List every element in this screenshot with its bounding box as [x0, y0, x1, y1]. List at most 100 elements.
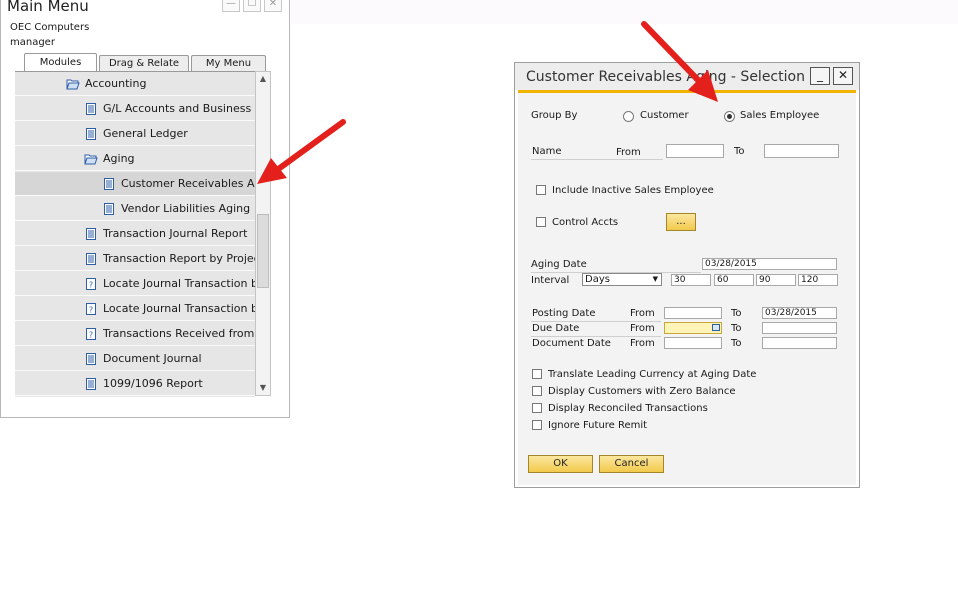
maximize-icon[interactable]: ☐ [243, 0, 261, 12]
tree-item-label: 1099/1096 Report [103, 377, 203, 390]
posting-date-from-input[interactable] [664, 307, 722, 319]
control-accts-browse-button[interactable]: ... [666, 213, 696, 231]
tree-item-label: Aging [103, 152, 135, 165]
divider [531, 321, 661, 322]
chevron-down-icon[interactable]: ▼ [653, 274, 658, 285]
scroll-down-icon[interactable]: ▼ [256, 381, 270, 395]
tree-item-locate-journal-amount[interactable]: ? Locate Journal Transaction by Amount R… [15, 272, 255, 296]
name-to-input[interactable] [764, 144, 839, 158]
posting-date-to-input[interactable]: 03/28/2015 [762, 307, 837, 319]
tree-item-label: Locate Journal Transaction by FC Amount … [103, 302, 255, 315]
scrollbar-thumb[interactable] [257, 214, 269, 288]
tree-item-document-journal[interactable]: Document Journal [15, 347, 255, 371]
name-to-label: To [734, 146, 745, 157]
document-date-from-input[interactable] [664, 337, 722, 349]
include-inactive-checkbox[interactable] [536, 185, 546, 195]
query-icon: ? [86, 328, 96, 340]
tree-item-accounting[interactable]: Accounting [15, 72, 255, 96]
due-date-label: Due Date [532, 323, 580, 334]
document-date-to-label: To [731, 338, 742, 349]
tree-item-label: Accounting [85, 77, 147, 90]
name-from-label: From [616, 147, 641, 158]
interval-2-input[interactable]: 60 [714, 274, 754, 286]
posting-date-from-label: From [630, 308, 655, 319]
radio-customer[interactable] [623, 111, 634, 122]
document-date-to-input[interactable] [762, 337, 837, 349]
control-accts-checkbox[interactable] [536, 217, 546, 227]
ignore-future-remit-checkbox[interactable] [532, 420, 542, 430]
tree-item-label: Locate Journal Transaction by Amount Ran… [103, 277, 255, 290]
svg-text:?: ? [89, 306, 93, 315]
minimize-icon[interactable]: — [222, 0, 240, 12]
user-name: manager [10, 37, 55, 48]
svg-text:?: ? [89, 281, 93, 290]
module-tree: Accounting G/L Accounts and Business Par… [15, 71, 255, 397]
document-icon [104, 203, 114, 215]
close-icon[interactable]: ✕ [264, 0, 282, 12]
tree-item-1099-report[interactable]: 1099/1096 Report [15, 372, 255, 396]
ok-button[interactable]: OK [528, 455, 593, 473]
due-date-to-label: To [731, 323, 742, 334]
tab-modules[interactable]: Modules [24, 53, 97, 71]
tree-item-general-ledger[interactable]: General Ledger [15, 122, 255, 146]
query-icon: ? [86, 303, 96, 315]
zero-balance-checkbox[interactable] [532, 386, 542, 396]
ignore-future-remit-label[interactable]: Ignore Future Remit [548, 420, 647, 431]
document-date-from-label: From [630, 338, 655, 349]
tree-item-transactions-received[interactable]: ? Transactions Received from Voucher [15, 322, 255, 346]
document-icon [86, 253, 96, 265]
scroll-up-icon[interactable]: ▲ [256, 72, 270, 86]
tree-item-aging[interactable]: Aging [15, 147, 255, 171]
minimize-icon[interactable]: _ [810, 67, 830, 85]
translate-currency-label[interactable]: Translate Leading Currency at Aging Date [548, 369, 756, 380]
tree-item-vendor-liabilities-aging[interactable]: Vendor Liabilities Aging [15, 197, 255, 221]
name-from-input[interactable] [666, 144, 724, 158]
posting-date-label: Posting Date [532, 308, 596, 319]
tree-item-transaction-journal-report[interactable]: Transaction Journal Report [15, 222, 255, 246]
interval-3-input[interactable]: 90 [756, 274, 796, 286]
due-date-to-input[interactable] [762, 322, 837, 334]
document-icon [86, 378, 96, 390]
cancel-button[interactable]: Cancel [599, 455, 664, 473]
document-icon [86, 353, 96, 365]
close-icon[interactable]: ✕ [833, 67, 853, 85]
tree-item-label: G/L Accounts and Business Partners [103, 102, 255, 115]
document-icon [86, 128, 96, 140]
interval-unit-value: Days [585, 274, 610, 285]
document-icon [86, 103, 96, 115]
posting-date-to-label: To [731, 308, 742, 319]
reconciled-label[interactable]: Display Reconciled Transactions [548, 403, 708, 414]
translate-currency-checkbox[interactable] [532, 369, 542, 379]
tree-item-label: Customer Receivables Aging [121, 177, 255, 190]
interval-1-input[interactable]: 30 [671, 274, 711, 286]
tree-item-label: Vendor Liabilities Aging [121, 202, 251, 215]
folder-open-icon [66, 79, 80, 90]
radio-sales-employee[interactable] [724, 111, 735, 122]
document-date-label: Document Date [532, 338, 611, 349]
tab-drag-relate[interactable]: Drag & Relate [99, 55, 189, 71]
selection-criteria-dialog: Customer Receivables Aging - Selection C… [514, 62, 860, 488]
annotation-arrow-icon [641, 21, 718, 102]
include-inactive-label[interactable]: Include Inactive Sales Employee [552, 185, 714, 196]
reconciled-checkbox[interactable] [532, 403, 542, 413]
interval-label: Interval [531, 275, 570, 286]
main-menu-window: Main Menu — ☐ ✕ OEC Computers manager Mo… [0, 0, 290, 418]
divider [531, 159, 663, 160]
radio-sales-employee-label[interactable]: Sales Employee [740, 110, 819, 121]
query-icon: ? [86, 278, 96, 290]
tree-item-gl-accounts[interactable]: G/L Accounts and Business Partners [15, 97, 255, 121]
background-band [291, 0, 958, 24]
zero-balance-label[interactable]: Display Customers with Zero Balance [548, 386, 735, 397]
interval-4-input[interactable]: 120 [798, 274, 838, 286]
tree-item-transaction-report-by-projects[interactable]: Transaction Report by Projects [15, 247, 255, 271]
tree-item-customer-receivables-aging[interactable]: Customer Receivables Aging [15, 172, 255, 196]
calendar-icon[interactable] [712, 324, 720, 331]
radio-customer-label[interactable]: Customer [640, 110, 689, 121]
tree-item-locate-journal-fc[interactable]: ? Locate Journal Transaction by FC Amoun… [15, 297, 255, 321]
interval-unit-select[interactable]: Days ▼ [582, 273, 662, 286]
name-label: Name [532, 146, 562, 157]
company-name: OEC Computers [10, 22, 90, 33]
aging-date-input[interactable]: 03/28/2015 [702, 258, 837, 270]
control-accts-label[interactable]: Control Accts [552, 217, 618, 228]
tab-my-menu[interactable]: My Menu [191, 55, 266, 71]
